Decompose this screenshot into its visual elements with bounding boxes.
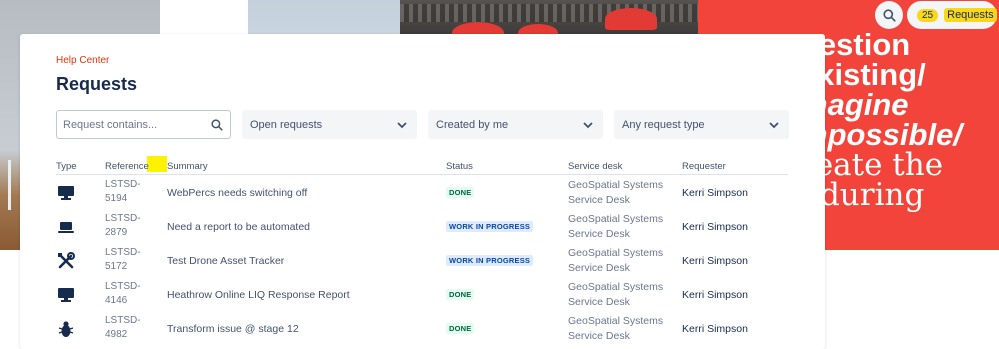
table-row[interactable]: LSTSD- 5172 Test Drone Asset Tracker WORK… bbox=[56, 244, 788, 278]
banner-slogan: uestion existing/ magine mpossible/ reat… bbox=[800, 27, 999, 213]
request-summary-link[interactable]: WebPercs needs switching off bbox=[167, 187, 307, 199]
request-summary-link[interactable]: Test Drone Asset Tracker bbox=[167, 255, 284, 267]
created-by-filter-value: Created by me bbox=[436, 118, 509, 131]
request-reference[interactable]: LSTSD- 4982 bbox=[105, 314, 145, 342]
table-row[interactable]: LSTSD- 5194 WebPercs needs switching off … bbox=[56, 176, 788, 210]
column-header-summary[interactable]: Summary bbox=[167, 161, 208, 172]
request-reference[interactable]: LSTSD- 5172 bbox=[105, 246, 145, 274]
monitor-icon bbox=[56, 286, 76, 304]
requester-name: Kerri Simpson bbox=[682, 187, 748, 199]
status-filter-dropdown[interactable]: Open requests bbox=[242, 110, 417, 139]
status-badge: DONE bbox=[446, 289, 475, 300]
requester-name: Kerri Simpson bbox=[682, 323, 748, 335]
search-icon[interactable] bbox=[211, 119, 223, 131]
status-badge: DONE bbox=[446, 323, 475, 334]
chevron-down-icon bbox=[581, 118, 595, 132]
requester-name: Kerri Simpson bbox=[682, 221, 748, 233]
table-header-divider bbox=[56, 174, 788, 175]
column-header-service-desk[interactable]: Service desk bbox=[568, 161, 622, 172]
chevron-down-icon bbox=[767, 118, 781, 132]
breadcrumb-help-center[interactable]: Help Center bbox=[56, 55, 109, 66]
service-desk-name: GeoSpatial Systems Service Desk bbox=[568, 281, 664, 308]
request-search-input[interactable] bbox=[57, 111, 202, 138]
request-type-filter-dropdown[interactable]: Any request type bbox=[614, 110, 789, 139]
request-search-field[interactable] bbox=[56, 110, 231, 139]
requests-count-badge: 25 bbox=[917, 8, 939, 22]
column-header-requester[interactable]: Requester bbox=[682, 161, 726, 172]
status-filter-value: Open requests bbox=[250, 118, 323, 131]
page-title: Requests bbox=[56, 74, 138, 94]
table-row[interactable]: LSTSD- 4982 Transform issue @ stage 12 DO… bbox=[56, 312, 788, 346]
table-row[interactable]: LSTSD- 2879 Need a report to be automated… bbox=[56, 210, 788, 244]
chevron-down-icon bbox=[395, 118, 409, 132]
request-summary-link[interactable]: Heathrow Online LIQ Response Report bbox=[167, 289, 350, 301]
banner-photo-umbrellas bbox=[400, 0, 698, 36]
monitor-icon bbox=[56, 184, 76, 202]
global-search-button[interactable] bbox=[875, 1, 903, 29]
request-summary-link[interactable]: Need a report to be automated bbox=[167, 221, 310, 233]
service-desk-name: GeoSpatial Systems Service Desk bbox=[568, 247, 664, 274]
tools-icon bbox=[56, 252, 76, 270]
banner-line: existing/ bbox=[800, 57, 926, 92]
requests-card: Help Center Requests Open requests Creat… bbox=[20, 34, 825, 349]
requests-label: Requests bbox=[944, 8, 997, 22]
requester-name: Kerri Simpson bbox=[682, 255, 748, 267]
service-desk-name: GeoSpatial Systems Service Desk bbox=[568, 213, 664, 240]
banner-line: magine bbox=[800, 87, 909, 122]
status-badge: WORK IN PROGRESS bbox=[446, 255, 534, 266]
request-reference[interactable]: LSTSD- 4146 bbox=[105, 280, 145, 308]
banner-line: uestion bbox=[800, 27, 911, 62]
search-icon bbox=[882, 8, 896, 22]
request-summary-link[interactable]: Transform issue @ stage 12 bbox=[167, 323, 299, 335]
banner-line: reate the bbox=[800, 147, 944, 183]
column-header-status[interactable]: Status bbox=[446, 161, 473, 172]
request-reference[interactable]: LSTSD- 5194 bbox=[105, 178, 145, 206]
column-header-type: Type bbox=[56, 161, 77, 172]
requester-name: Kerri Simpson bbox=[682, 289, 748, 301]
table-row[interactable]: LSTSD- 4146 Heathrow Online LIQ Response … bbox=[56, 278, 788, 312]
request-reference[interactable]: LSTSD- 2879 bbox=[105, 212, 145, 240]
column-header-reference[interactable]: Reference bbox=[105, 161, 149, 172]
request-type-filter-value: Any request type bbox=[622, 118, 705, 131]
laptop-icon bbox=[56, 218, 76, 236]
banner-line: nduring bbox=[800, 177, 925, 213]
created-by-filter-dropdown[interactable]: Created by me bbox=[428, 110, 603, 139]
banner-line: mpossible/ bbox=[800, 117, 962, 152]
service-desk-name: GeoSpatial Systems Service Desk bbox=[568, 179, 664, 206]
bug-icon bbox=[56, 320, 76, 338]
status-badge: WORK IN PROGRESS bbox=[446, 221, 534, 232]
requests-button[interactable]: 25 Requests bbox=[907, 1, 997, 29]
highlight-marker bbox=[147, 156, 167, 172]
service-desk-name: GeoSpatial Systems Service Desk bbox=[568, 315, 664, 342]
status-badge: DONE bbox=[446, 187, 475, 198]
